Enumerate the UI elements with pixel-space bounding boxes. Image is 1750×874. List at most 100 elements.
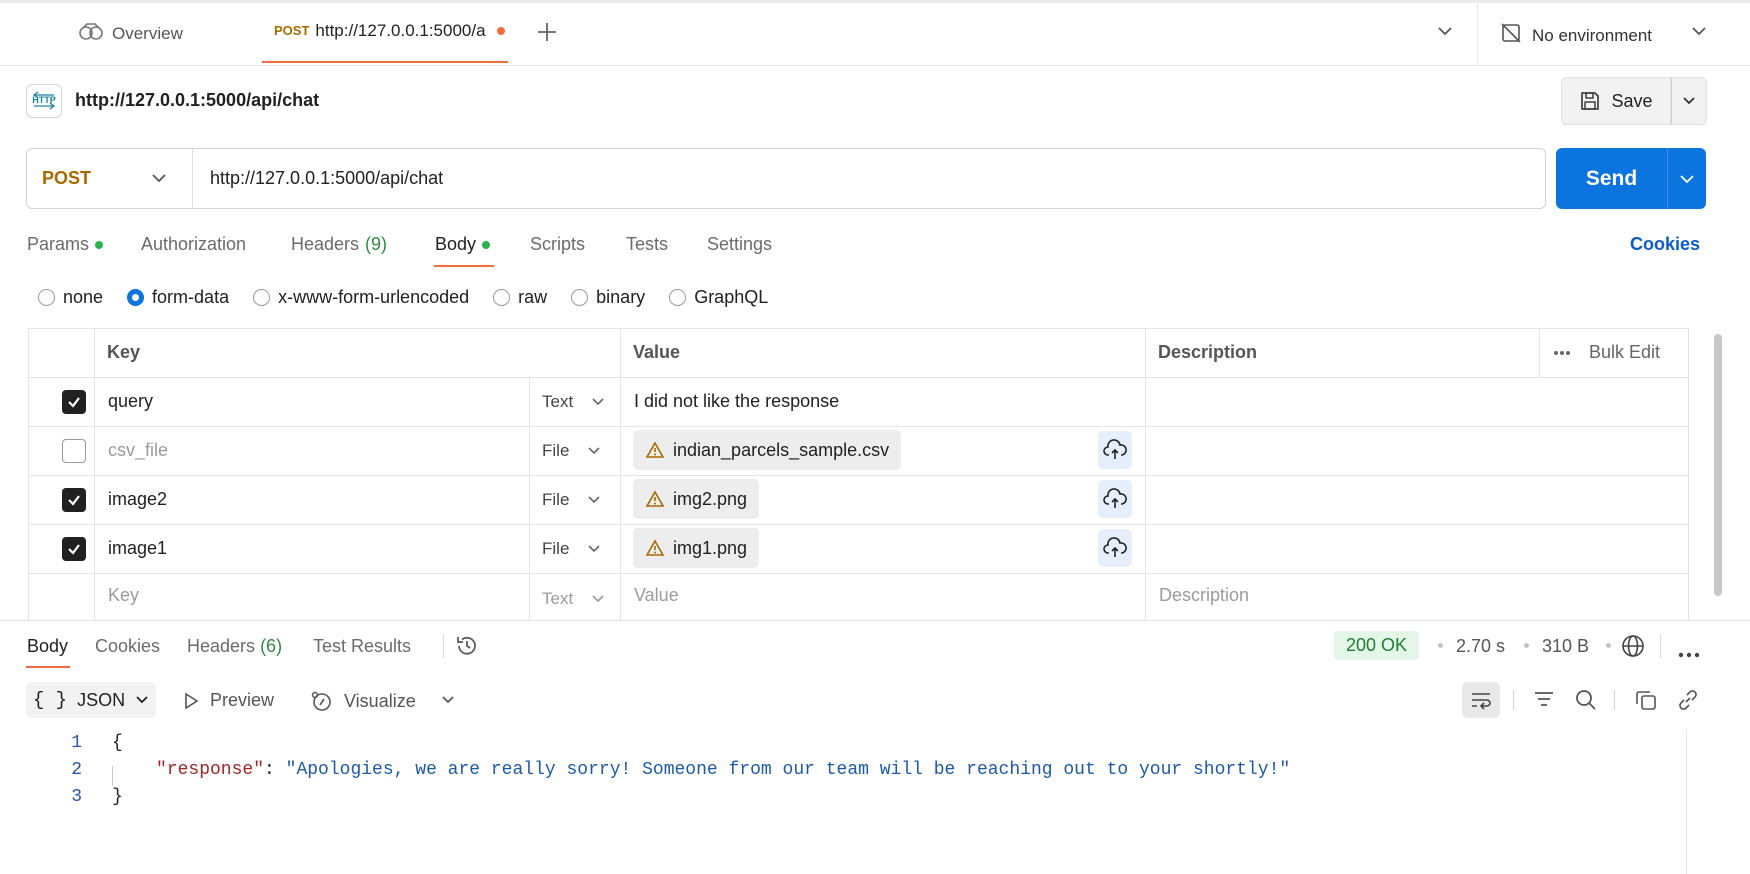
copy-button[interactable] [1634, 688, 1658, 717]
radio-button-selected[interactable] [127, 289, 145, 306]
new-value-input[interactable]: Value [634, 585, 679, 606]
row-key[interactable]: csv_file [108, 440, 168, 461]
file-chip[interactable]: img2.png [633, 479, 760, 519]
radio-graphql[interactable]: GraphQL [669, 287, 768, 308]
preview-button[interactable]: Preview [182, 690, 274, 711]
code-line[interactable]: "response": "Apologies, we are really so… [156, 760, 1290, 780]
tab-params-label: Params [27, 234, 90, 254]
cookies-link[interactable]: Cookies [1630, 234, 1700, 255]
history-button[interactable] [455, 634, 479, 663]
radio-binary[interactable]: binary [571, 287, 645, 308]
checkmark-icon [68, 544, 80, 555]
format-select[interactable]: { } JSON [26, 682, 156, 718]
visualize-dropdown[interactable] [440, 692, 456, 713]
tab-tests-label: Tests [626, 234, 669, 254]
radio-label: none [63, 287, 104, 307]
response-tab-headers[interactable]: Headers (6) [187, 636, 282, 657]
new-row-type-select[interactable]: Text [542, 589, 605, 609]
response-tab-cookies[interactable]: Cookies [95, 636, 160, 657]
radio-button[interactable] [253, 289, 271, 306]
filter-button[interactable] [1532, 688, 1556, 715]
upload-file-button[interactable] [1098, 431, 1132, 469]
cloud-upload-icon [1103, 488, 1127, 508]
tab-authorization[interactable]: Authorization [141, 234, 246, 255]
environment-dropdown-button[interactable] [1690, 22, 1708, 45]
response-time[interactable]: 2.70 s [1456, 636, 1505, 657]
response-tab-test-results[interactable]: Test Results [313, 636, 411, 657]
network-info-button[interactable] [1620, 633, 1646, 664]
file-chip[interactable]: img1.png [633, 528, 760, 568]
tab-overview[interactable]: Overview [78, 22, 183, 45]
code-scrollbar[interactable] [1686, 730, 1687, 874]
row-checkbox-checked[interactable] [62, 537, 86, 561]
tab-settings[interactable]: Settings [707, 234, 772, 255]
bulk-edit-label: Bulk Edit [1589, 342, 1661, 362]
row-checkbox-checked[interactable] [62, 390, 86, 414]
warning-icon [645, 539, 665, 556]
environment-selector[interactable]: No environment [1500, 22, 1652, 49]
save-label: Save [1611, 90, 1653, 111]
tab-body[interactable]: Body [435, 234, 491, 255]
upload-file-button[interactable] [1098, 529, 1132, 567]
new-key-input[interactable]: Key [108, 585, 139, 606]
visualize-button[interactable]: Visualize [310, 690, 416, 712]
tab-headers[interactable]: Headers (9) [291, 234, 387, 255]
send-options-button[interactable] [1667, 148, 1706, 209]
tab-params[interactable]: Params [27, 234, 104, 255]
new-tab-button[interactable] [536, 18, 558, 50]
response-size[interactable]: 310 B [1542, 636, 1589, 657]
warning-icon [645, 490, 665, 507]
upload-file-button[interactable] [1098, 480, 1132, 518]
radio-button[interactable] [493, 289, 511, 306]
tab-scripts[interactable]: Scripts [530, 234, 585, 255]
send-button[interactable]: Send [1556, 148, 1667, 209]
row-checkbox-checked[interactable] [62, 488, 86, 512]
line-number: 3 [71, 787, 82, 807]
column-header-description: Description [1158, 342, 1258, 362]
radio-none[interactable]: none [38, 287, 103, 308]
unsaved-dot [497, 26, 506, 35]
request-title[interactable]: http://127.0.0.1:5000/api/chat [75, 90, 319, 111]
row-key[interactable]: image2 [108, 489, 167, 510]
status-badge[interactable]: 200 OK [1334, 631, 1420, 660]
headers-count: (9) [365, 234, 388, 254]
row-checkbox-unchecked[interactable] [62, 439, 86, 463]
row-type-select[interactable]: Text [542, 392, 605, 412]
file-chip[interactable]: indian_parcels_sample.csv [633, 430, 902, 470]
radio-label: x-www-form-urlencoded [278, 287, 470, 307]
radio-form-data[interactable]: form-data [127, 287, 229, 308]
link-button[interactable] [1676, 688, 1700, 717]
save-button[interactable]: Save [1561, 77, 1671, 125]
url-input[interactable] [210, 163, 1510, 193]
table-scrollbar-thumb[interactable] [1714, 334, 1722, 596]
chevron-down-icon [152, 174, 166, 183]
tabs-dropdown-button[interactable] [1436, 22, 1454, 45]
wrap-lines-button[interactable] [1462, 682, 1500, 718]
tab-tests[interactable]: Tests [626, 234, 668, 255]
radio-button[interactable] [38, 289, 55, 306]
row-type-select[interactable]: File [542, 539, 601, 559]
divider [192, 149, 193, 208]
new-description-input[interactable]: Description [1159, 585, 1249, 606]
method-select[interactable]: POST [42, 168, 91, 189]
tab-active-request[interactable]: POST http://127.0.0.1:5000/a [262, 0, 508, 63]
search-button[interactable] [1574, 688, 1598, 717]
row-type-select[interactable]: File [542, 490, 601, 510]
row-value[interactable]: I did not like the response [634, 391, 839, 412]
radio-button[interactable] [571, 289, 589, 306]
more-options-button[interactable] [1678, 643, 1700, 663]
response-tab-body[interactable]: Body [27, 636, 68, 657]
bulk-edit-button[interactable]: Bulk Edit [1553, 342, 1660, 363]
radio-raw[interactable]: raw [493, 287, 547, 308]
save-options-button[interactable] [1671, 77, 1707, 125]
file-name: img1.png [673, 537, 748, 558]
row-key[interactable]: image1 [108, 538, 167, 559]
method-dropdown[interactable] [150, 169, 168, 192]
separator-dot [1524, 643, 1529, 648]
request-response-divider[interactable] [0, 620, 1750, 621]
chevron-down-icon [1438, 27, 1452, 36]
radio-button[interactable] [669, 289, 687, 306]
row-key[interactable]: query [108, 391, 153, 412]
radio-urlencoded[interactable]: x-www-form-urlencoded [253, 287, 469, 308]
row-type-select[interactable]: File [542, 441, 601, 461]
